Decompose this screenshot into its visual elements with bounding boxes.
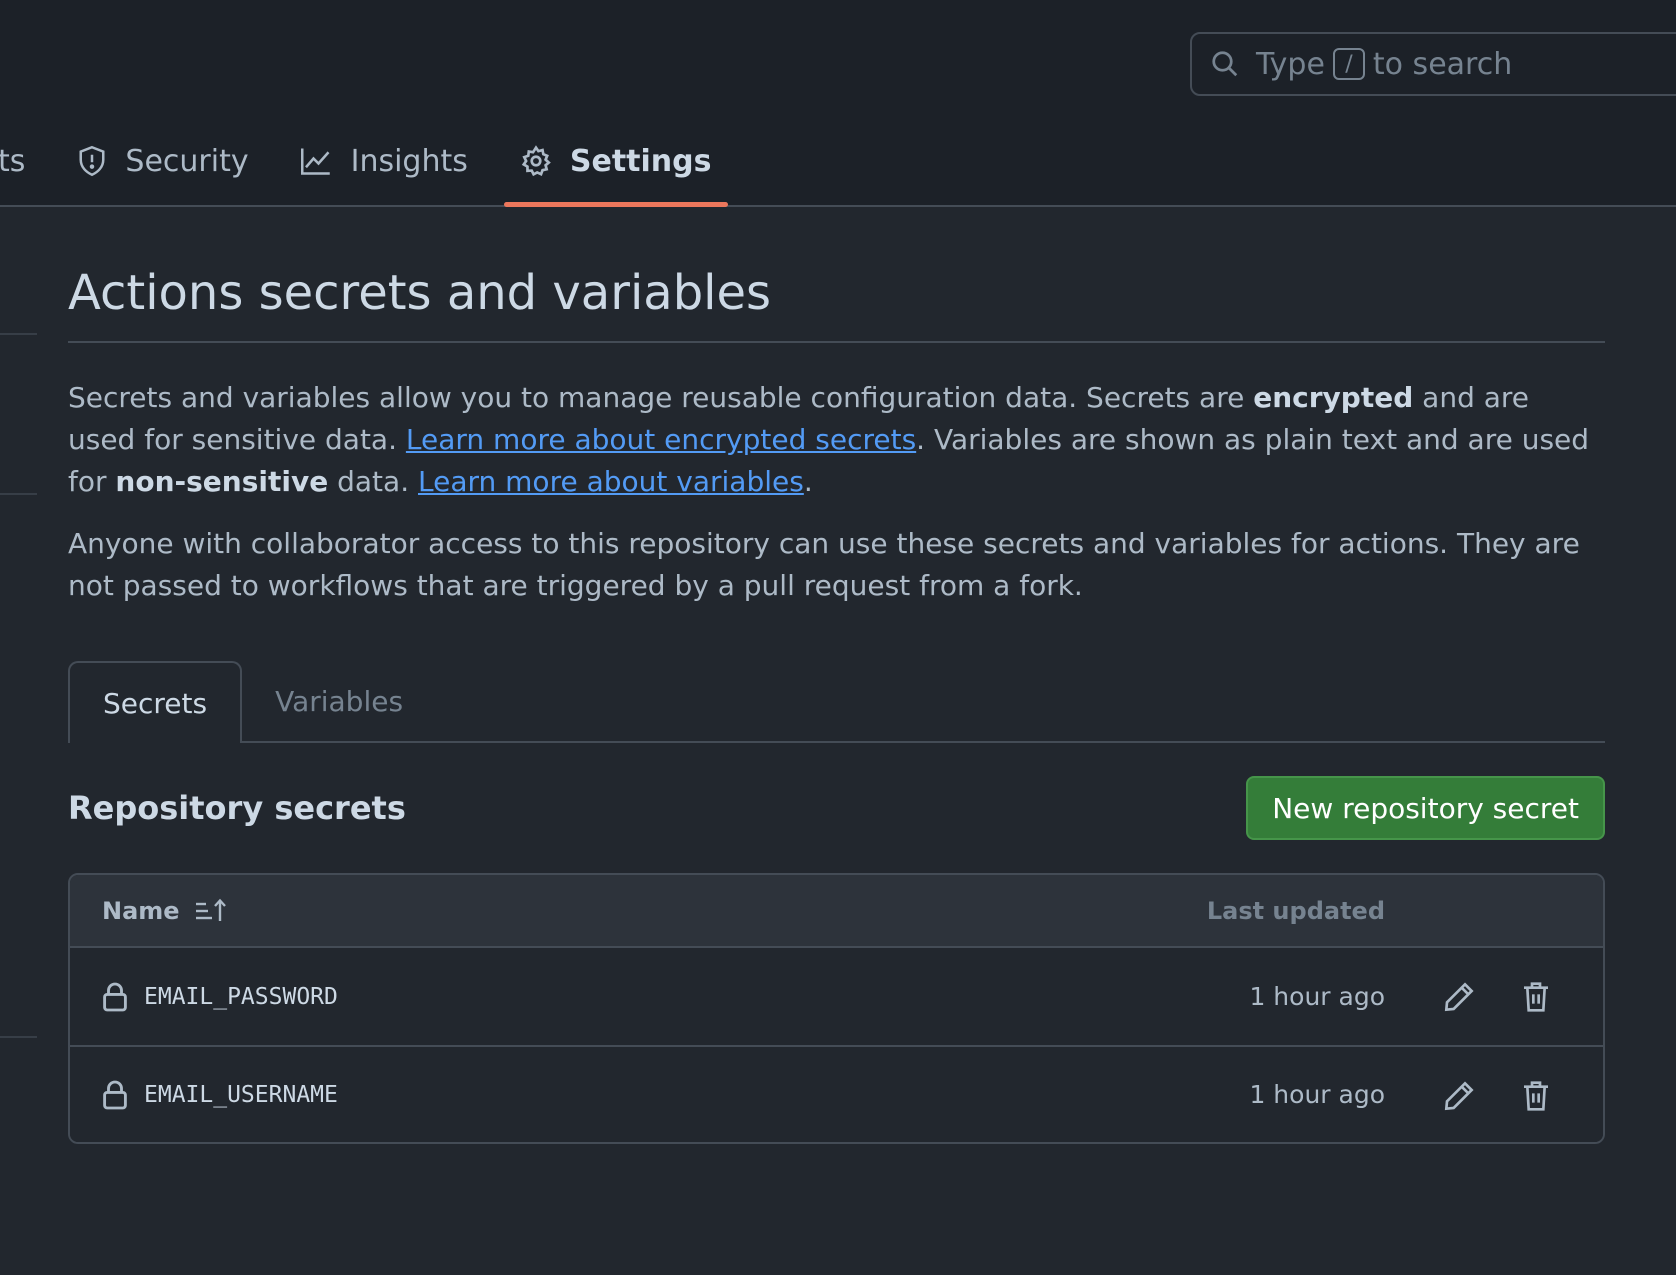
- gear-icon: [521, 145, 551, 177]
- nav-item-insights-label: Insights: [350, 143, 468, 179]
- search-suffix: to search: [1372, 46, 1513, 82]
- page-title: Actions secrets and variables: [68, 265, 1605, 343]
- intro-text: .: [803, 465, 813, 498]
- secrets-variables-tabs: Secrets Variables: [68, 661, 1605, 743]
- secret-updated: 1 hour ago: [1249, 982, 1385, 1011]
- nav-item-security-label: Security: [125, 143, 249, 179]
- table-header: Name Last updated: [70, 875, 1603, 948]
- sort-ascending-icon[interactable]: [194, 898, 228, 924]
- search-shortcut-key: /: [1332, 48, 1365, 80]
- search-icon: [1212, 51, 1238, 77]
- intro-bold-encrypted: encrypted: [1253, 381, 1414, 414]
- lock-icon: [103, 1080, 127, 1109]
- secret-name: EMAIL_PASSWORD: [144, 983, 338, 1010]
- nav-item-partial-label: ts: [0, 143, 26, 179]
- shield-icon: [79, 145, 105, 177]
- tab-variables[interactable]: Variables: [242, 661, 436, 741]
- sidebar-divider: [0, 1036, 37, 1038]
- table-row: EMAIL_PASSWORD 1 hour ago: [70, 948, 1603, 1045]
- table-row: EMAIL_USERNAME 1 hour ago: [70, 1045, 1603, 1142]
- graph-icon: [300, 148, 330, 175]
- repository-secrets-header: Repository secrets New repository secret: [68, 743, 1605, 873]
- repo-header: Type / to search ts Security Insights Se…: [0, 0, 1676, 207]
- secrets-table: Name Last updated EMAIL_PASSWORD 1 hour …: [68, 873, 1605, 1144]
- nav-item-partial[interactable]: ts: [0, 132, 25, 190]
- trash-icon[interactable]: [1521, 1080, 1551, 1112]
- search-prefix: Type: [1256, 46, 1325, 82]
- new-repository-secret-button[interactable]: New repository secret: [1246, 776, 1605, 840]
- nav-item-security[interactable]: Security: [77, 132, 249, 190]
- variables-link[interactable]: Learn more about variables: [418, 465, 804, 498]
- intro-text: data.: [328, 465, 418, 498]
- section-title: Repository secrets: [68, 789, 406, 827]
- intro-text: Secrets and variables allow you to manag…: [68, 381, 1254, 414]
- nav-item-settings-label: Settings: [569, 143, 712, 179]
- pencil-icon[interactable]: [1443, 1080, 1475, 1112]
- search-input[interactable]: Type / to search: [1190, 32, 1676, 96]
- settings-main: Actions secrets and variables Secrets an…: [68, 207, 1605, 1144]
- column-header-name[interactable]: Name: [102, 897, 180, 925]
- tab-secrets[interactable]: Secrets: [68, 661, 243, 743]
- nav-item-settings[interactable]: Settings: [503, 132, 728, 207]
- pencil-icon[interactable]: [1443, 981, 1475, 1013]
- nav-item-insights[interactable]: Insights: [299, 132, 468, 190]
- sidebar-divider: [0, 333, 37, 335]
- trash-icon[interactable]: [1521, 981, 1551, 1013]
- intro-paragraph: Secrets and variables allow you to manag…: [68, 377, 1605, 503]
- column-header-last-updated: Last updated: [1206, 896, 1385, 925]
- access-note: Anyone with collaborator access to this …: [68, 527, 1580, 602]
- encrypted-secrets-link[interactable]: Learn more about encrypted secrets: [406, 423, 916, 456]
- secret-updated: 1 hour ago: [1249, 1080, 1385, 1109]
- repo-nav: ts Security Insights Settings: [0, 132, 728, 207]
- lock-icon: [103, 982, 127, 1011]
- sidebar-divider: [0, 493, 37, 495]
- intro-bold-non-sensitive: non-sensitive: [115, 465, 329, 498]
- secret-name: EMAIL_USERNAME: [144, 1081, 338, 1108]
